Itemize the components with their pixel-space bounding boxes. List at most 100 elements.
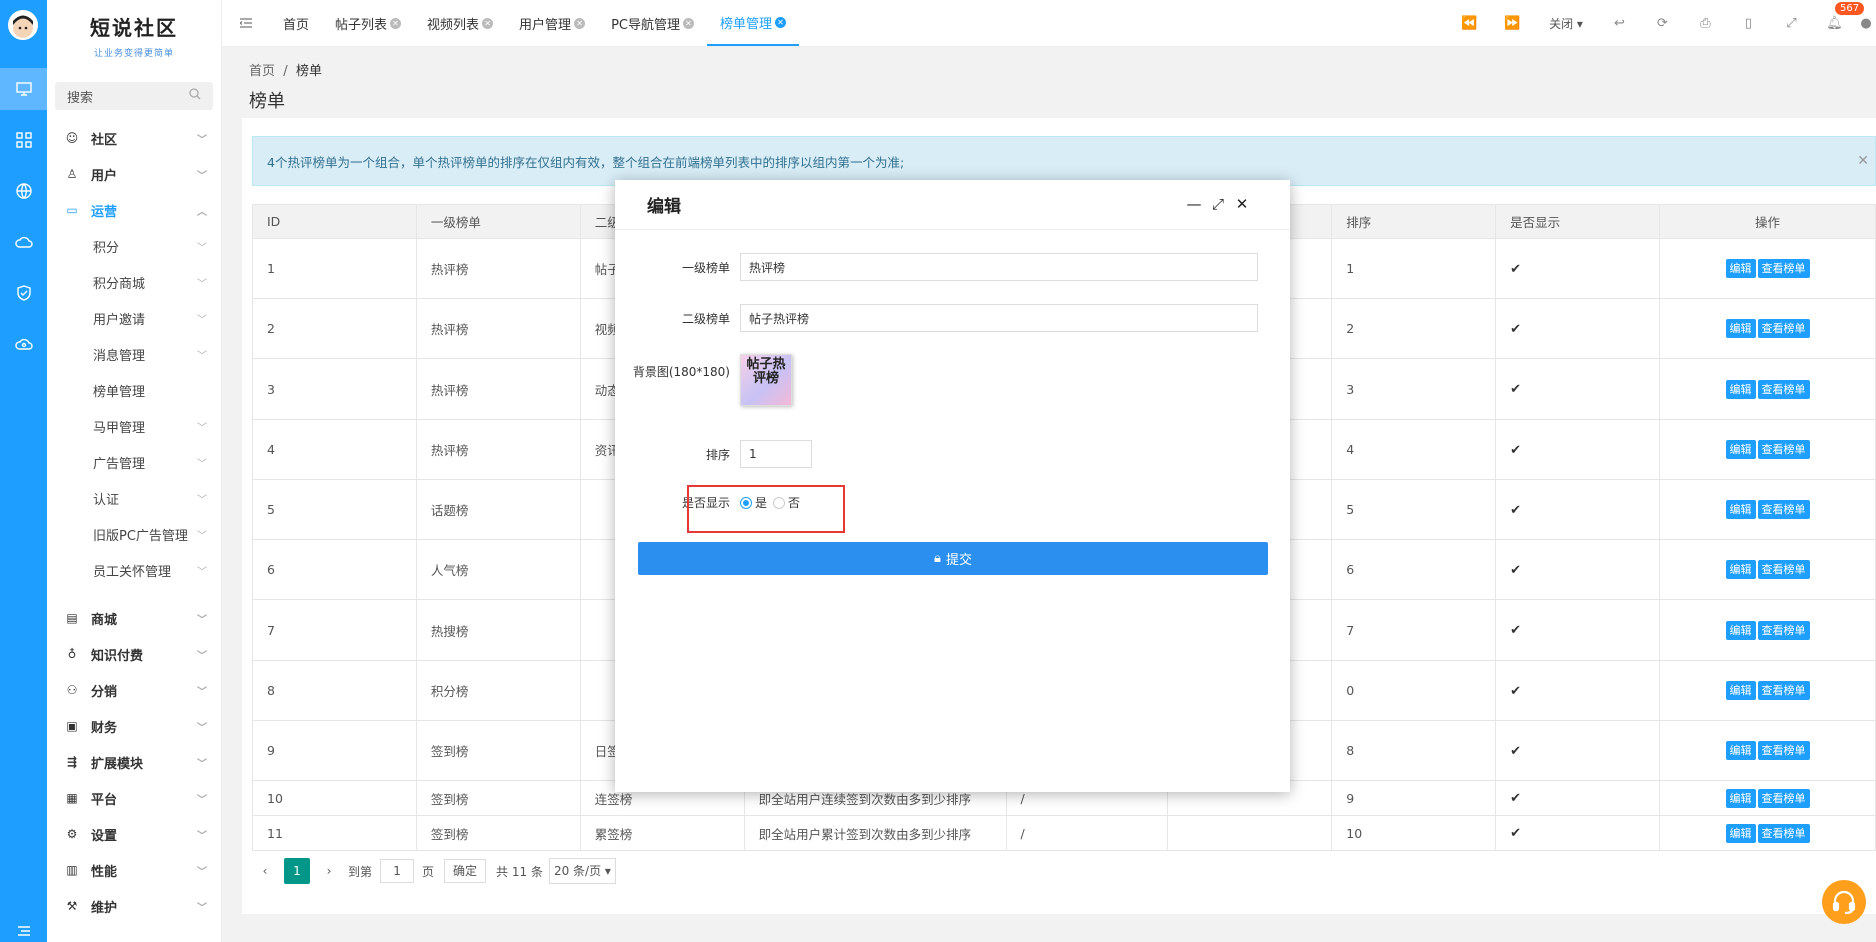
sidebar-subitem[interactable]: 认证 ﹀ (47, 480, 221, 516)
tab-posts[interactable]: 帖子列表 ✕ (322, 0, 414, 46)
edit-button[interactable]: 编辑 (1725, 788, 1756, 808)
sidebar-subitem[interactable]: 用户邀请 ﹀ (47, 300, 221, 336)
headset-icon[interactable] (1822, 880, 1866, 924)
close-icon[interactable]: ✕ (775, 16, 786, 28)
view-ranking-button[interactable]: 查看榜单 (1757, 681, 1810, 700)
tab-users[interactable]: 用户管理 ✕ (506, 0, 598, 46)
level1-input[interactable]: 热评榜 (740, 253, 1258, 281)
view-ranking-button[interactable]: 查看榜单 (1757, 319, 1810, 338)
edit-button[interactable]: 编辑 (1725, 620, 1756, 640)
avatar[interactable] (8, 10, 38, 40)
tab-pc-nav[interactable]: PC导航管理 ✕ (598, 0, 707, 46)
menu-icon[interactable] (0, 920, 47, 942)
bell-icon[interactable]: 🔔︎ 567 (1813, 2, 1865, 31)
sidebar-item[interactable]: ▤ 商城 ﹀ (47, 600, 221, 636)
back-icon[interactable]: ↩ (1598, 16, 1641, 31)
sidebar-subitem[interactable]: 积分 ﹀ (47, 228, 221, 264)
close-icon[interactable]: ✕ (1230, 195, 1254, 213)
user-avatar-icon[interactable]: ● (1856, 16, 1876, 31)
view-ranking-button[interactable]: 查看榜单 (1757, 259, 1810, 278)
cloud-service-icon[interactable] (0, 323, 47, 365)
search-input[interactable]: 搜索 (55, 82, 213, 110)
sidebar-subitem[interactable]: 员工关怀管理 ﹀ (47, 552, 221, 588)
breadcrumb-home[interactable]: 首页 (249, 64, 275, 79)
mobile-icon[interactable]: ▯ (1727, 16, 1770, 31)
view-ranking-button[interactable]: 查看榜单 (1757, 620, 1810, 640)
cell-level1: 热搜榜 (415, 599, 581, 661)
sidebar-subitem[interactable]: 积分商城 ﹀ (47, 264, 221, 300)
sidebar-subitem-label: 榜单管理 (93, 384, 146, 400)
confirm-button[interactable]: 确定 (444, 859, 487, 883)
sidebar-item[interactable]: ▥ 性能 ﹀ (47, 852, 221, 888)
print-icon[interactable]: ⎙ (1684, 16, 1727, 31)
next-page-icon[interactable]: › (316, 858, 342, 884)
edit-button[interactable]: 编辑 (1725, 440, 1756, 459)
background-image[interactable]: 帖子热评榜 (740, 354, 792, 406)
refresh-icon[interactable]: ⟳ (1641, 16, 1684, 31)
edit-button[interactable]: 编辑 (1725, 259, 1756, 278)
sidebar-item[interactable]: ⚙ 设置 ﹀ (47, 816, 221, 852)
prev-tab-icon[interactable]: ⏪ (1448, 16, 1491, 31)
sidebar-item-operation[interactable]: ▭ 运营 ︿ (47, 192, 221, 228)
chevron-down-icon: ﹀ (197, 686, 207, 698)
close-tabs-dropdown[interactable]: 关闭 ▾ (1534, 15, 1598, 32)
sidebar-subitem[interactable]: 旧版PC广告管理 ﹀ (47, 516, 221, 552)
grid-icon[interactable] (0, 119, 47, 161)
edit-button[interactable]: 编辑 (1725, 319, 1756, 338)
sidebar-item[interactable]: ▣ 财务 ﹀ (47, 708, 221, 744)
sort-row: 排序 1 (615, 440, 812, 468)
close-icon[interactable]: ✕ (682, 17, 694, 29)
edit-button[interactable]: 编辑 (1725, 681, 1756, 700)
sidebar-item[interactable]: ⚒ 维护 ﹀ (47, 888, 221, 924)
sidebar-subitem[interactable]: 广告管理 ﹀ (47, 444, 221, 480)
view-ranking-button[interactable]: 查看榜单 (1757, 500, 1810, 519)
sidebar-subitem[interactable]: 马甲管理 ﹀ (47, 408, 221, 444)
tab-videos[interactable]: 视频列表 ✕ (414, 0, 506, 46)
close-icon[interactable]: ✕ (574, 17, 586, 29)
sidebar-subitem[interactable]: 消息管理 ﹀ (47, 336, 221, 372)
shield-icon[interactable] (0, 272, 47, 314)
edit-button[interactable]: 编辑 (1725, 500, 1756, 519)
maximize-icon[interactable]: ⤢ (1206, 195, 1230, 213)
edit-button[interactable]: 编辑 (1725, 379, 1756, 399)
monitor-icon[interactable] (0, 68, 47, 110)
globe-icon[interactable] (0, 170, 47, 212)
tab-rankings[interactable]: 榜单管理 ✕ (706, 0, 799, 46)
edit-button[interactable]: 编辑 (1725, 823, 1756, 843)
close-icon[interactable]: ✕ (390, 17, 402, 29)
breadcrumb: 首页 / 榜单 (249, 64, 322, 79)
view-ranking-button[interactable]: 查看榜单 (1757, 440, 1810, 459)
per-page-select[interactable]: 20 条/页 ▾ (548, 858, 616, 884)
sidebar-item-community[interactable]: ☺ 社区 ﹀ (47, 120, 221, 156)
sidebar-item[interactable]: ♁ 知识付费 ﹀ (47, 636, 221, 672)
page-input[interactable]: 1 (380, 859, 415, 883)
close-icon[interactable]: ✕ (1857, 153, 1869, 169)
sidebar-subitem[interactable]: 榜单管理 (47, 372, 221, 408)
sort-input[interactable]: 1 (740, 440, 812, 468)
sidebar-item[interactable]: ▦ 平台 ﹀ (47, 780, 221, 816)
check-icon: ✔ (1510, 562, 1522, 578)
level2-input[interactable]: 帖子热评榜 (740, 304, 1258, 332)
page-current[interactable]: 1 (284, 858, 310, 884)
view-ranking-button[interactable]: 查看榜单 (1757, 560, 1810, 579)
cloud-icon[interactable] (0, 221, 47, 263)
sidebar: 短说社区 让业务变得更简单 搜索 ☺ 社区 ﹀ ♙ 用户 ﹀ ▭ 运营 ︿ 积分 ﹀ 积分商城 ﹀… (47, 0, 222, 942)
shop-icon: ▤ (66, 611, 78, 625)
view-ranking-button[interactable]: 查看榜单 (1757, 379, 1810, 399)
prev-page-icon[interactable]: ‹ (252, 858, 278, 884)
tab-home[interactable]: 首页 (270, 0, 322, 46)
submit-button[interactable]: 🔒︎ 提交 (638, 542, 1268, 575)
view-ranking-button[interactable]: 查看榜单 (1757, 823, 1810, 843)
sidebar-item[interactable]: ⚇ 分销 ﹀ (47, 672, 221, 708)
fullscreen-icon[interactable]: ⤢ (1770, 16, 1813, 31)
next-tab-icon[interactable]: ⏩ (1491, 16, 1534, 31)
edit-button[interactable]: 编辑 (1725, 560, 1756, 579)
minimize-icon[interactable]: — (1182, 195, 1206, 213)
fold-menu-icon[interactable] (222, 0, 270, 46)
view-ranking-button[interactable]: 查看榜单 (1757, 741, 1810, 760)
close-icon[interactable]: ✕ (482, 17, 494, 29)
sidebar-item[interactable]: ⇶ 扩展模块 ﹀ (47, 744, 221, 780)
edit-button[interactable]: 编辑 (1725, 741, 1756, 760)
sidebar-item-user[interactable]: ♙ 用户 ﹀ (47, 156, 221, 192)
view-ranking-button[interactable]: 查看榜单 (1757, 788, 1810, 808)
